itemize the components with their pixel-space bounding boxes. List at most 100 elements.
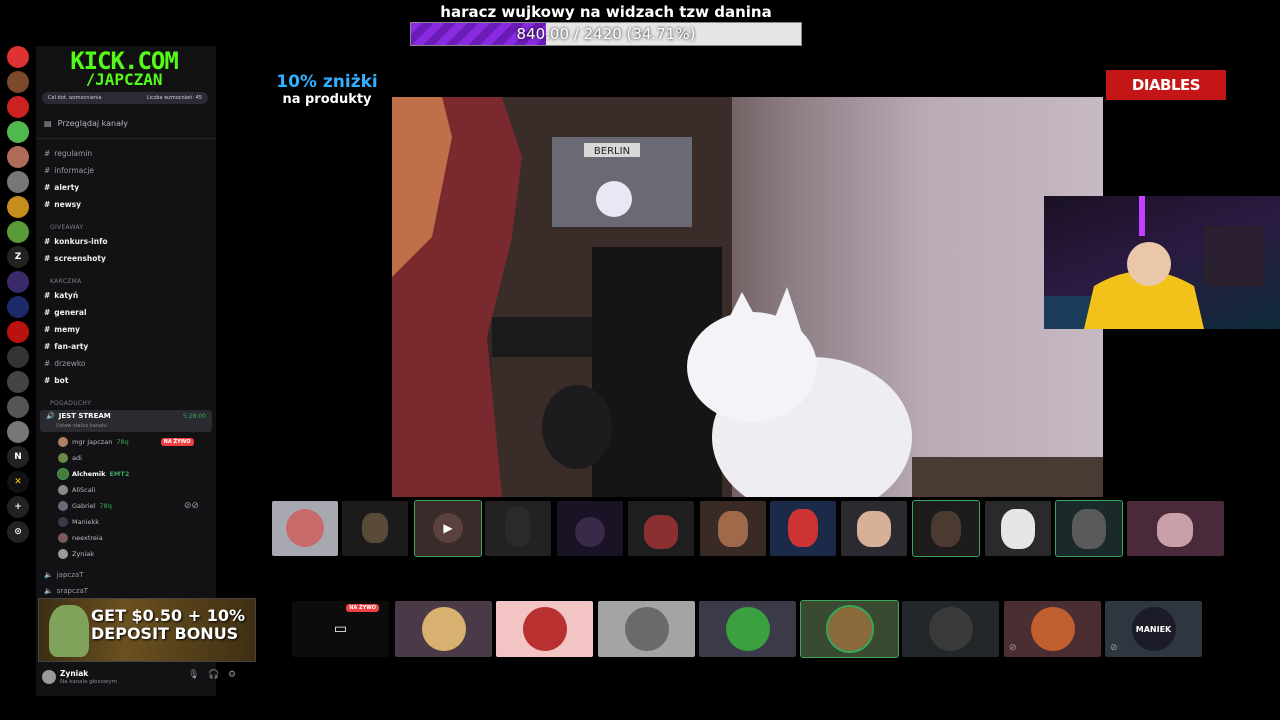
server-icon[interactable] bbox=[7, 271, 29, 293]
participant-tile[interactable] bbox=[598, 601, 695, 657]
keyboard bbox=[492, 317, 602, 357]
server-icon[interactable] bbox=[7, 146, 29, 168]
server-icon[interactable] bbox=[7, 121, 29, 143]
participant-tile[interactable]: ⊘ bbox=[1004, 601, 1101, 657]
participant-tile[interactable] bbox=[496, 601, 593, 657]
avatar[interactable] bbox=[42, 670, 56, 684]
channel-konkurs-info[interactable]: # konkurs-info bbox=[44, 235, 212, 249]
hash-icon: # bbox=[44, 291, 51, 300]
voice-channel-srapczat[interactable]: 🔈 srapczaT bbox=[44, 584, 212, 598]
voice-channel-japczat[interactable]: 🔈 japczaT bbox=[44, 568, 212, 582]
channel-screenshoty[interactable]: # screenshoty bbox=[44, 252, 212, 266]
promo-line1: 10% zniżki bbox=[276, 72, 378, 92]
participant-tile[interactable] bbox=[800, 600, 899, 658]
browse-channels[interactable]: ▤ Przeglądaj kanały bbox=[44, 119, 128, 128]
participant-tile[interactable] bbox=[902, 601, 999, 657]
server-icon[interactable] bbox=[7, 96, 29, 118]
discover-icon[interactable]: ⊙ bbox=[7, 521, 29, 543]
participant-thumbnail[interactable] bbox=[628, 501, 694, 556]
boost-count-label: Liczba wzmocnień: 45 bbox=[146, 95, 202, 101]
voice-user[interactable]: Gabriel 78q ⊘⊘ bbox=[58, 499, 199, 513]
voice-user[interactable]: Maniekk bbox=[58, 515, 99, 529]
participant-thumbnail[interactable] bbox=[841, 501, 907, 556]
voice-user[interactable]: AliScali bbox=[58, 483, 95, 497]
screen-share-icon: ▭ bbox=[333, 621, 348, 637]
voice-status[interactable]: Ustaw status kanału bbox=[56, 423, 107, 429]
hash-icon: # bbox=[44, 359, 51, 368]
participant-tile[interactable]: NA ŻYWO ▭ bbox=[292, 601, 389, 657]
user-tag: EMT2 bbox=[109, 470, 130, 478]
speaker-icon: 🔈 bbox=[44, 571, 53, 579]
headphones-icon[interactable]: 🎧 bbox=[208, 670, 219, 680]
voice-channel-jest-stream[interactable]: 🔊 JEST STREAM 5:28:00 Ustaw status kanał… bbox=[40, 410, 212, 432]
participant-thumbnail[interactable] bbox=[1055, 500, 1123, 557]
user-name: Gabriel bbox=[72, 502, 96, 510]
participant-thumbnail[interactable] bbox=[485, 501, 551, 556]
voice-user[interactable]: Alchemik EMT2 bbox=[57, 467, 130, 481]
server-icon[interactable]: Z bbox=[7, 246, 29, 268]
category-pogaduchy[interactable]: POGADUCHY bbox=[50, 400, 91, 407]
server-icon[interactable] bbox=[7, 46, 29, 68]
hash-icon: # bbox=[44, 376, 51, 385]
avatar bbox=[58, 453, 68, 463]
avatar bbox=[522, 607, 567, 651]
server-icon[interactable] bbox=[7, 346, 29, 368]
participant-thumbnail[interactable] bbox=[1127, 501, 1224, 556]
participant-tile[interactable] bbox=[395, 601, 492, 657]
server-icon[interactable]: N bbox=[7, 446, 29, 468]
boost-goal-bar[interactable]: Cel dot. wzmocnienia Liczba wzmocnień: 4… bbox=[42, 92, 208, 104]
server-rail: Z N ✕ + ⊙ bbox=[4, 46, 32, 546]
voice-user[interactable]: mgr Japczan 78q NA ŻYWO bbox=[58, 435, 194, 449]
channel-memy[interactable]: # memy bbox=[44, 323, 212, 337]
channel-label: japczaT bbox=[56, 571, 84, 579]
channel-regulamin[interactable]: # regulamin bbox=[44, 147, 212, 161]
channel-label: memy bbox=[54, 325, 80, 334]
channel-general[interactable]: # general bbox=[44, 306, 212, 320]
server-icon[interactable] bbox=[7, 71, 29, 93]
server-icon[interactable] bbox=[7, 296, 29, 318]
participant-tile[interactable] bbox=[699, 601, 796, 657]
participant-thumbnail[interactable]: ▶ bbox=[414, 500, 482, 557]
channel-newsy[interactable]: # newsy bbox=[44, 198, 212, 212]
promo-line2: na produkty bbox=[282, 92, 372, 107]
channel-informacje[interactable]: # informacje bbox=[44, 164, 212, 178]
channel-label: konkurs-info bbox=[54, 237, 108, 246]
server-icon[interactable] bbox=[7, 371, 29, 393]
server-icon[interactable] bbox=[7, 396, 29, 418]
server-icon[interactable] bbox=[7, 421, 29, 443]
participant-tile[interactable]: MANIEK ⊘ bbox=[1105, 601, 1202, 657]
participant-thumbnail[interactable] bbox=[342, 501, 408, 556]
category-giveaway[interactable]: GIVEAWAY bbox=[50, 224, 83, 231]
add-server-icon[interactable]: + bbox=[7, 496, 29, 518]
participant-thumbnail[interactable] bbox=[985, 501, 1051, 556]
server-icon[interactable]: ✕ bbox=[7, 471, 29, 493]
server-icon[interactable] bbox=[7, 221, 29, 243]
participant-thumbnail[interactable] bbox=[272, 501, 338, 556]
participant-thumbnail[interactable] bbox=[557, 501, 623, 556]
avatar bbox=[624, 607, 669, 651]
voice-user[interactable]: adi bbox=[58, 451, 82, 465]
brand-line2: /JAPCZAN bbox=[85, 70, 163, 87]
channel-katyn[interactable]: # katyń bbox=[44, 289, 212, 303]
server-icon[interactable] bbox=[7, 321, 29, 343]
pip-scene bbox=[1044, 196, 1264, 329]
voice-user[interactable]: neextreia bbox=[58, 531, 103, 545]
channel-drzewko[interactable]: # drzewko bbox=[44, 357, 212, 371]
channel-fan-arty[interactable]: # fan-arty bbox=[44, 340, 212, 354]
channel-alerty[interactable]: # alerty bbox=[44, 181, 212, 195]
hash-icon: # bbox=[44, 308, 51, 317]
avatar bbox=[58, 437, 68, 447]
category-karczma[interactable]: KARCZMA bbox=[50, 278, 82, 285]
microphone-icon[interactable]: 🎙 bbox=[188, 670, 199, 680]
gear-icon[interactable]: ⚙ bbox=[228, 670, 236, 680]
participant-thumbnail[interactable] bbox=[912, 500, 980, 557]
browse-label: Przeglądaj kanały bbox=[57, 119, 128, 128]
participant-thumbnail[interactable] bbox=[700, 501, 766, 556]
server-icon[interactable] bbox=[7, 171, 29, 193]
participant-thumbnail[interactable] bbox=[770, 501, 836, 556]
casino-ad-banner[interactable]: GET $0.50 + 10% DEPOSIT BONUS bbox=[38, 598, 256, 662]
voice-user[interactable]: Zyniak bbox=[58, 547, 94, 561]
server-icon[interactable] bbox=[7, 196, 29, 218]
channel-bot[interactable]: # bot bbox=[44, 374, 212, 388]
divider bbox=[36, 138, 216, 139]
